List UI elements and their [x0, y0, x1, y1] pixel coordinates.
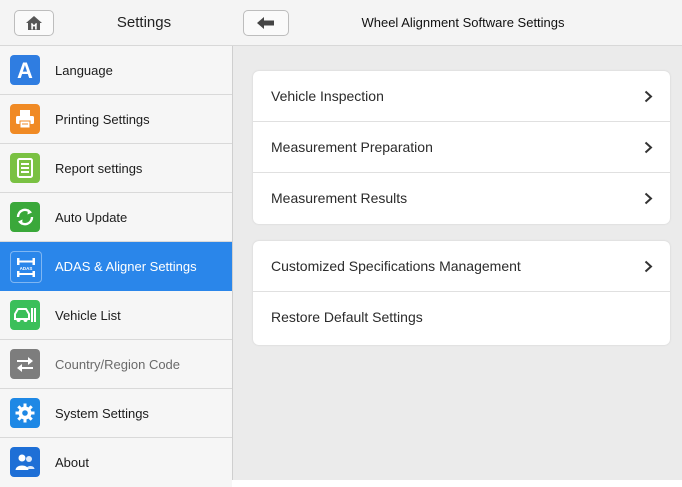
svg-text:ADAS: ADAS: [20, 266, 33, 271]
chevron-right-icon: [638, 71, 658, 122]
measurement-results-row[interactable]: Measurement Results: [253, 173, 670, 224]
settings-header: Settings: [0, 0, 233, 46]
row-label: Vehicle Inspection: [271, 88, 384, 104]
sidebar-item-label: Auto Update: [55, 210, 128, 225]
chevron-right-icon: [638, 241, 658, 292]
page-header: Wheel Alignment Software Settings: [233, 0, 682, 46]
settings-content: Vehicle Inspection Measurement Preparati…: [233, 46, 682, 480]
language-icon: A: [10, 55, 40, 85]
settings-group-specifications: Customized Specifications Management Res…: [253, 241, 670, 345]
swap-icon: [10, 349, 40, 379]
chevron-right-icon: [638, 173, 658, 224]
settings-sidebar: A Language Printing Settings Report sett…: [0, 46, 233, 487]
sidebar-item-label: Language: [55, 63, 113, 78]
row-label: Restore Default Settings: [271, 309, 423, 325]
vehicle-inspection-row[interactable]: Vehicle Inspection: [253, 71, 670, 122]
measurement-preparation-row[interactable]: Measurement Preparation: [253, 122, 670, 173]
sidebar-item-report-settings[interactable]: Report settings: [0, 144, 232, 193]
sidebar-item-label: Vehicle List: [55, 308, 121, 323]
page-title: Wheel Alignment Software Settings: [361, 15, 565, 30]
svg-text:A: A: [17, 58, 33, 83]
sidebar-item-system-settings[interactable]: System Settings: [0, 389, 232, 438]
sidebar-item-vehicle-list[interactable]: Vehicle List: [0, 291, 232, 340]
gear-icon: [10, 398, 40, 428]
restore-default-settings-row[interactable]: Restore Default Settings: [253, 292, 670, 343]
sidebar-item-auto-update[interactable]: Auto Update: [0, 193, 232, 242]
row-label: Measurement Results: [271, 190, 408, 206]
settings-group-measurement: Vehicle Inspection Measurement Preparati…: [253, 71, 670, 224]
chevron-right-icon: [638, 122, 658, 173]
sidebar-item-label: Report settings: [55, 161, 143, 176]
home-icon: [26, 16, 42, 30]
printer-icon: [10, 104, 40, 134]
sidebar-item-country-region-code[interactable]: Country/Region Code: [0, 340, 232, 389]
row-label: Measurement Preparation: [271, 139, 433, 155]
sidebar-item-label: Printing Settings: [55, 112, 150, 127]
home-button[interactable]: [14, 10, 54, 36]
customized-specifications-row[interactable]: Customized Specifications Management: [253, 241, 670, 292]
sidebar-item-label: ADAS & Aligner Settings: [55, 259, 197, 274]
sidebar-item-label: Country/Region Code: [55, 357, 181, 372]
report-icon: [10, 153, 40, 183]
sidebar-item-label: System Settings: [55, 406, 149, 421]
sidebar-item-printing-settings[interactable]: Printing Settings: [0, 95, 232, 144]
sidebar-item-language[interactable]: A Language: [0, 46, 232, 95]
adas-icon: ADAS: [10, 251, 42, 283]
vehicle-list-icon: [10, 300, 40, 330]
settings-title: Settings: [116, 14, 172, 31]
about-icon: [10, 447, 40, 477]
row-label: Customized Specifications Management: [271, 258, 521, 274]
sidebar-item-adas-aligner-settings[interactable]: ADAS ADAS & Aligner Settings: [0, 242, 232, 291]
back-button[interactable]: [243, 10, 289, 36]
back-arrow-icon: [257, 17, 274, 29]
update-icon: [10, 202, 40, 232]
